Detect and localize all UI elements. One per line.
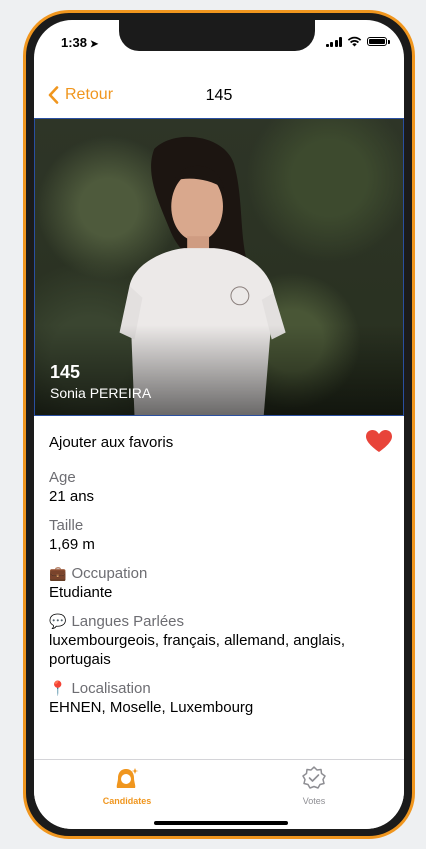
location-arrow-icon: ➤: [90, 39, 99, 50]
tab-votes[interactable]: Votes: [264, 766, 364, 806]
location-value: EHNEN, Moselle, Luxembourg: [49, 699, 254, 716]
age-label: Age: [49, 469, 76, 486]
home-indicator[interactable]: [154, 821, 288, 825]
heart-icon[interactable]: [366, 430, 392, 453]
languages-label: Langues Parlées: [71, 613, 185, 630]
location-label-row: 📍 Localisation: [49, 679, 389, 698]
tab-bar: Candidates Votes: [34, 759, 404, 829]
languages-field: 💬 Langues Parlées luxembourgeois, françai…: [49, 612, 389, 669]
status-time: 1:38 ➤: [61, 35, 98, 50]
page-title: 145: [205, 87, 233, 104]
device-notch: [119, 20, 315, 51]
status-time-label: 1:38: [61, 35, 88, 50]
favorite-label: Ajouter aux favoris: [49, 434, 174, 451]
tab-votes-label: Votes: [302, 796, 326, 806]
occupation-label: Occupation: [71, 565, 148, 582]
pin-icon: 📍: [49, 680, 67, 696]
signal-icon: [325, 36, 342, 47]
status-indicators: [325, 36, 390, 47]
app-screen: 1:38 ➤ Retour 145 145 Sonia PEREIRA Ajou…: [34, 20, 404, 829]
vote-badge-icon: [302, 766, 326, 789]
height-label: Taille: [49, 517, 84, 534]
languages-value: luxembourgeois, français, allemand, angl…: [49, 632, 345, 668]
phone-frame: 1:38 ➤ Retour 145 145 Sonia PEREIRA Ajou…: [23, 10, 415, 839]
location-label: Localisation: [71, 680, 151, 697]
candidate-photo: 145 Sonia PEREIRA: [34, 118, 404, 416]
briefcase-icon: 💼: [49, 565, 67, 581]
candidate-name: Sonia PEREIRA: [50, 385, 152, 401]
candidate-details: Ajouter aux favoris Age 21 ans Taille 1,…: [49, 416, 392, 727]
age-field: Age 21 ans: [49, 468, 389, 506]
photo-gradient: [35, 325, 403, 415]
languages-label-row: 💬 Langues Parlées: [49, 612, 389, 631]
candidate-icon: [116, 768, 139, 788]
candidate-number: 145: [50, 362, 81, 382]
age-value: 21 ans: [49, 488, 95, 505]
speech-bubble-icon: 💬: [49, 613, 67, 629]
wifi-icon: [347, 36, 362, 47]
navigation-bar: Retour 145: [34, 80, 404, 118]
occupation-value: Etudiante: [49, 584, 113, 601]
tab-candidates-label: Candidates: [102, 796, 152, 806]
height-field: Taille 1,69 m: [49, 516, 389, 554]
height-value: 1,69 m: [49, 536, 95, 553]
tab-candidates[interactable]: Candidates: [77, 766, 177, 806]
favorite-row[interactable]: Ajouter aux favoris: [49, 416, 392, 468]
occupation-field: 💼 Occupation Etudiante: [49, 564, 389, 602]
occupation-label-row: 💼 Occupation: [49, 564, 389, 583]
location-field: 📍 Localisation EHNEN, Moselle, Luxembourg: [49, 679, 389, 717]
battery-icon: [367, 37, 390, 46]
